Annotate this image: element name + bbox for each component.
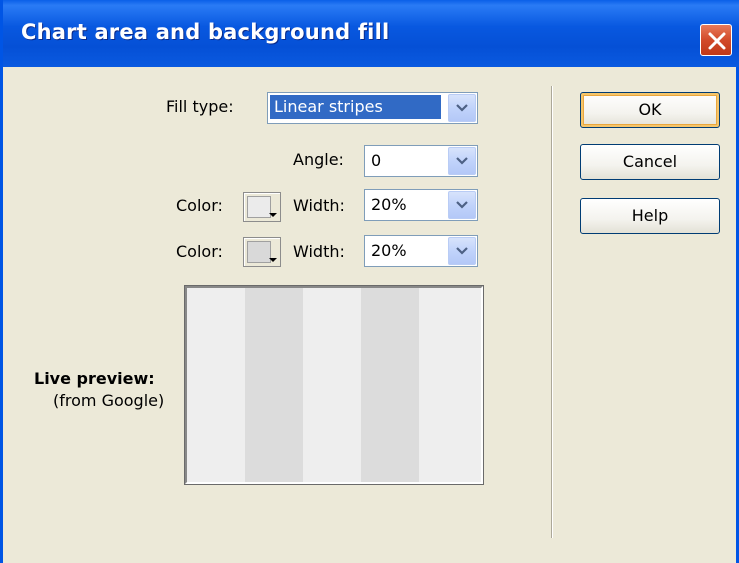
live-preview-label: Live preview: [34, 369, 155, 388]
preview-stripe-light [303, 288, 361, 482]
preview-stripe-dark [361, 288, 419, 482]
dialog-window: Chart area and background fill Fill type… [0, 0, 739, 563]
fill-type-select[interactable]: Linear stripes [267, 92, 478, 124]
caret-down-icon [269, 258, 277, 262]
width1-select[interactable]: 20% [364, 189, 478, 221]
preview-stripe-light [187, 288, 245, 482]
angle-dropdown-button[interactable] [448, 147, 476, 175]
color1-picker[interactable] [243, 192, 281, 222]
close-button[interactable] [700, 24, 732, 56]
window-title: Chart area and background fill [21, 20, 390, 44]
angle-select[interactable]: 0 [364, 145, 478, 177]
chevron-down-icon [456, 247, 468, 255]
width1-value: 20% [371, 195, 407, 214]
width2-label: Width: [293, 242, 345, 261]
color2-swatch [247, 241, 271, 263]
chevron-down-icon [456, 157, 468, 165]
width2-dropdown-button[interactable] [448, 237, 476, 265]
chevron-down-icon [456, 201, 468, 209]
color1-label: Color: [176, 196, 223, 215]
cancel-button[interactable]: Cancel [580, 144, 720, 180]
preview-stripe-light [419, 288, 481, 482]
caret-down-icon [269, 213, 277, 217]
width2-select[interactable]: 20% [364, 235, 478, 267]
width1-dropdown-button[interactable] [448, 191, 476, 219]
color2-label: Color: [176, 242, 223, 261]
vertical-divider [551, 86, 552, 538]
width2-value: 20% [371, 241, 407, 260]
angle-label: Angle: [293, 150, 344, 169]
help-button[interactable]: Help [580, 198, 720, 234]
live-preview [184, 285, 484, 485]
title-bar[interactable]: Chart area and background fill [3, 0, 739, 67]
preview-stripe-dark [245, 288, 303, 482]
ok-button[interactable]: OK [580, 92, 720, 128]
width1-label: Width: [293, 196, 345, 215]
fill-type-value: Linear stripes [270, 95, 441, 119]
fill-type-dropdown-button[interactable] [448, 94, 476, 122]
color2-picker[interactable] [243, 237, 281, 267]
fill-type-label: Fill type: [166, 97, 234, 116]
close-icon [708, 32, 726, 50]
live-preview-source: (from Google) [53, 391, 165, 410]
angle-value: 0 [371, 151, 382, 170]
chevron-down-icon [456, 104, 468, 112]
color1-swatch [247, 196, 271, 218]
